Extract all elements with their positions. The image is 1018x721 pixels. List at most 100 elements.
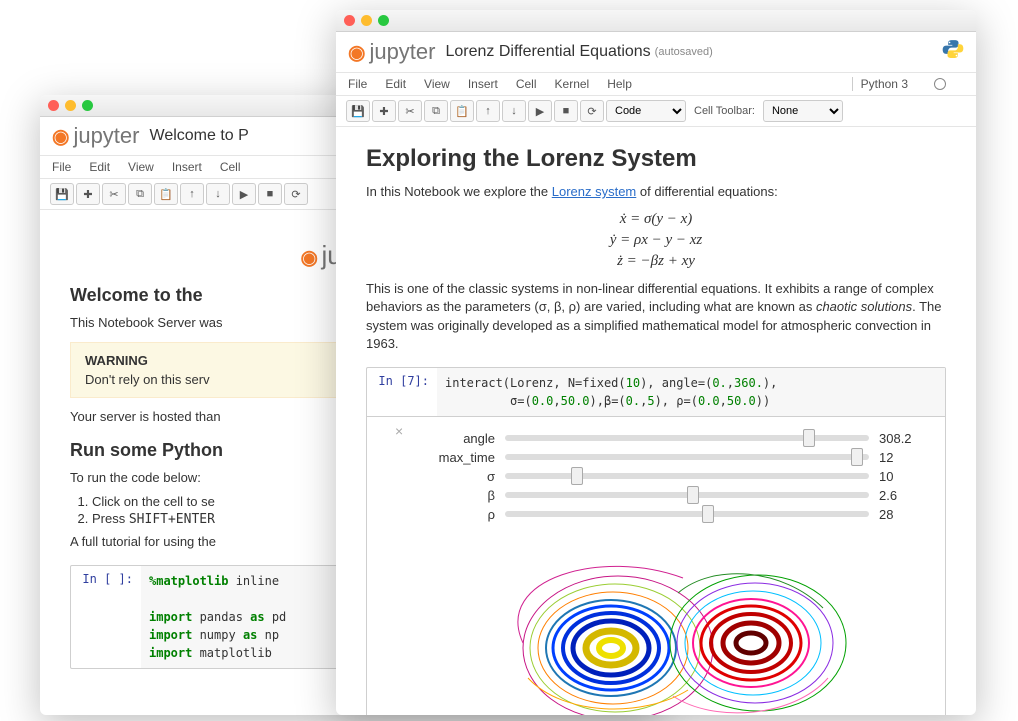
move-up-icon[interactable]: ↑ xyxy=(180,183,204,205)
menu-insert[interactable]: Insert xyxy=(172,160,202,174)
slider-value: 308.2 xyxy=(879,431,929,446)
slider-angle: angle 308.2 xyxy=(417,431,929,446)
cell-toolbar-label: Cell Toolbar: xyxy=(694,105,755,117)
move-up-icon[interactable]: ↑ xyxy=(476,100,500,122)
cell-prompt: In [ ]: xyxy=(71,566,141,668)
kernel-indicator-icon xyxy=(934,78,946,90)
page-title: Exploring the Lorenz System xyxy=(366,145,946,173)
slider-value: 10 xyxy=(879,469,929,484)
close-icon[interactable] xyxy=(344,15,355,26)
menu-kernel[interactable]: Kernel xyxy=(555,77,590,91)
slider-thumb[interactable] xyxy=(851,448,863,466)
run-icon[interactable]: ▶ xyxy=(232,183,256,205)
slider-value: 2.6 xyxy=(879,488,929,503)
paste-icon[interactable]: 📋 xyxy=(154,183,178,205)
slider-label: ρ xyxy=(417,507,505,522)
menu-file[interactable]: File xyxy=(348,77,367,91)
slider-label: β xyxy=(417,488,505,503)
jupyter-logo[interactable]: ◉ jupyter xyxy=(348,39,436,65)
slider-label: σ xyxy=(417,469,505,484)
description-paragraph: This is one of the classic systems in no… xyxy=(366,280,946,353)
restart-icon[interactable]: ⟳ xyxy=(580,100,604,122)
close-icon[interactable] xyxy=(48,100,59,111)
save-icon[interactable]: 💾 xyxy=(50,183,74,205)
slider-track[interactable] xyxy=(505,473,869,479)
python-icon xyxy=(942,38,964,66)
cell-toolbar-select[interactable]: None xyxy=(763,100,843,122)
slider-σ: σ 10 xyxy=(417,469,929,484)
paste-icon[interactable]: 📋 xyxy=(450,100,474,122)
run-icon[interactable]: ▶ xyxy=(528,100,552,122)
jupyter-logo[interactable]: ◉ jupyter xyxy=(52,123,140,149)
slider-ρ: ρ 28 xyxy=(417,507,929,522)
notebook-content: Exploring the Lorenz System In this Note… xyxy=(336,127,976,715)
slider-value: 12 xyxy=(879,450,929,465)
equation-block: ẋ = σ(y − x) ẏ = ρx − y − xz ż = −βz + x… xyxy=(366,209,946,272)
copy-icon[interactable]: ⧉ xyxy=(128,183,152,205)
lorenz-attractor-plot xyxy=(417,538,929,715)
minimize-icon[interactable] xyxy=(361,15,372,26)
cut-icon[interactable]: ✂ xyxy=(398,100,422,122)
kernel-name[interactable]: Python 3 xyxy=(852,77,908,91)
code-cell[interactable]: In [7]: interact(Lorenz, N=fixed(10), an… xyxy=(366,367,946,715)
menu-view[interactable]: View xyxy=(424,77,450,91)
titlebar[interactable] xyxy=(336,10,976,32)
eq-3: ż = −βz + xy xyxy=(366,251,946,272)
eq-2: ẏ = ρx − y − xz xyxy=(366,230,946,251)
menu-view[interactable]: View xyxy=(128,160,154,174)
jupyter-icon: ◉ xyxy=(348,40,365,65)
jupyter-icon: ◉ xyxy=(52,124,69,149)
slider-track[interactable] xyxy=(505,435,869,441)
slider-thumb[interactable] xyxy=(571,467,583,485)
jupyter-text: jupyter xyxy=(369,39,435,65)
stop-icon[interactable]: ■ xyxy=(258,183,282,205)
widget-close-icon[interactable]: × xyxy=(395,423,403,439)
slider-label: max_time xyxy=(417,450,505,465)
menu-file[interactable]: File xyxy=(52,160,71,174)
widget-area: × angle 308.2 max_time 12 σ 10 β 2.6 ρ 28 xyxy=(367,416,945,715)
menu-edit[interactable]: Edit xyxy=(89,160,110,174)
warning-body: Don't rely on this serv xyxy=(85,372,210,387)
restart-icon[interactable]: ⟳ xyxy=(284,183,308,205)
slider-thumb[interactable] xyxy=(687,486,699,504)
move-down-icon[interactable]: ↓ xyxy=(206,183,230,205)
save-icon[interactable]: 💾 xyxy=(346,100,370,122)
menu-cell[interactable]: Cell xyxy=(220,160,241,174)
move-down-icon[interactable]: ↓ xyxy=(502,100,526,122)
copy-icon[interactable]: ⧉ xyxy=(424,100,448,122)
menubar: File Edit View Insert Cell Kernel Help P… xyxy=(336,73,976,96)
eq-1: ẋ = σ(y − x) xyxy=(366,209,946,230)
notebook-name[interactable]: Welcome to P xyxy=(150,127,249,145)
slider-track[interactable] xyxy=(505,511,869,517)
cut-icon[interactable]: ✂ xyxy=(102,183,126,205)
minimize-icon[interactable] xyxy=(65,100,76,111)
add-cell-icon[interactable]: ✚ xyxy=(76,183,100,205)
zoom-icon[interactable] xyxy=(82,100,93,111)
stop-icon[interactable]: ■ xyxy=(554,100,578,122)
slider-label: angle xyxy=(417,431,505,446)
cell-body[interactable]: interact(Lorenz, N=fixed(10), angle=(0.,… xyxy=(437,368,945,416)
slider-β: β 2.6 xyxy=(417,488,929,503)
menu-cell[interactable]: Cell xyxy=(516,77,537,91)
menu-insert[interactable]: Insert xyxy=(468,77,498,91)
zoom-icon[interactable] xyxy=(378,15,389,26)
menu-edit[interactable]: Edit xyxy=(385,77,406,91)
intro-paragraph: In this Notebook we explore the Lorenz s… xyxy=(366,183,946,201)
slider-thumb[interactable] xyxy=(803,429,815,447)
menu-help[interactable]: Help xyxy=(607,77,632,91)
lorenz-link[interactable]: Lorenz system xyxy=(552,184,637,199)
notebook-name[interactable]: Lorenz Differential Equations xyxy=(446,43,651,61)
slider-value: 28 xyxy=(879,507,929,522)
slider-thumb[interactable] xyxy=(702,505,714,523)
jupyter-icon: ◉ xyxy=(300,247,317,269)
cell-prompt: In [7]: xyxy=(367,368,437,416)
autosaved-label: (autosaved) xyxy=(655,46,713,58)
slider-track[interactable] xyxy=(505,492,869,498)
slider-max_time: max_time 12 xyxy=(417,450,929,465)
jupyter-text: jupyter xyxy=(73,123,139,149)
add-cell-icon[interactable]: ✚ xyxy=(372,100,396,122)
window-lorenz: ◉ jupyter Lorenz Differential Equations … xyxy=(336,10,976,715)
slider-track[interactable] xyxy=(505,454,869,460)
cell-type-select[interactable]: Code xyxy=(606,100,686,122)
notebook-header: ◉ jupyter Lorenz Differential Equations … xyxy=(336,32,976,73)
